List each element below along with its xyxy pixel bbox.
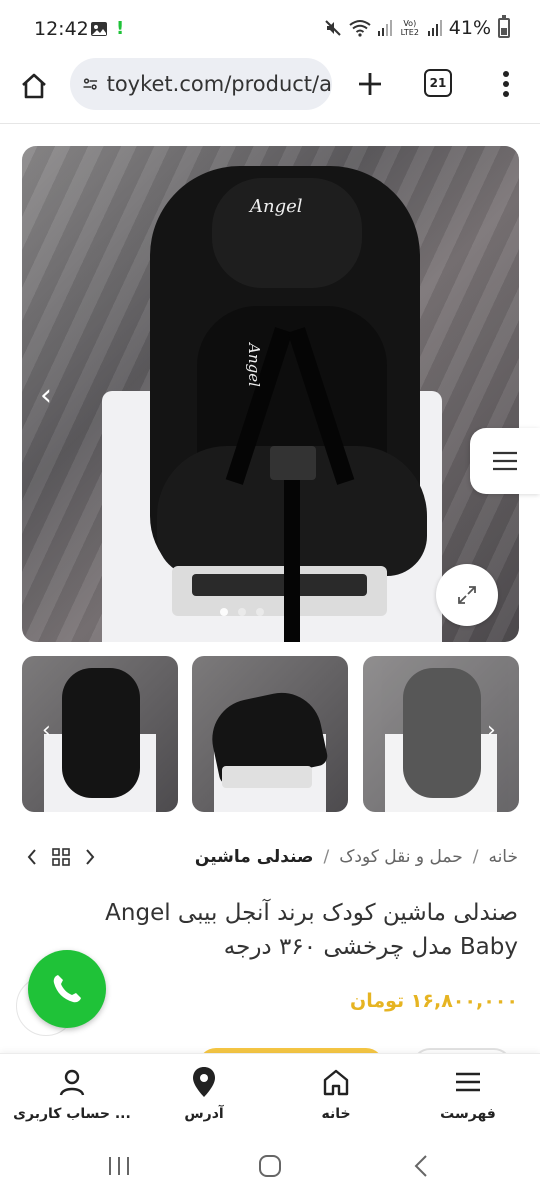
home-circle-icon: [259, 1155, 281, 1177]
signal-icon-1: [377, 20, 392, 36]
signal-icon-2: [427, 20, 442, 36]
nav-address[interactable]: آدرس: [139, 1066, 269, 1122]
status-right: Vo) LTE2 41%: [324, 15, 510, 39]
recent-apps-icon: [109, 1157, 129, 1175]
nav-address-label: آدرس: [184, 1106, 224, 1122]
expand-image-button[interactable]: [436, 564, 498, 626]
mute-icon: [325, 20, 341, 36]
breadcrumb-separator: /: [472, 847, 479, 867]
thumbnail-1[interactable]: ‹: [22, 656, 178, 812]
breadcrumb-separator: /: [323, 847, 330, 867]
new-tab-button[interactable]: [352, 66, 388, 102]
alert-icon: !: [116, 18, 125, 39]
system-nav-bar: [0, 1135, 540, 1200]
seat-logo-headrest: Angel: [250, 196, 303, 217]
location-pin-icon: [193, 1067, 215, 1097]
status-bar: 12:42 ! Vo) LTE2 41%: [0, 0, 540, 58]
battery-icon: [498, 15, 510, 38]
nav-menu-label: فهرست: [440, 1106, 496, 1122]
user-icon: [59, 1069, 85, 1096]
thumb-next-icon[interactable]: ›: [487, 718, 496, 743]
breadcrumb: خانه / حمل و نقل کودک / صندلی ماشین: [195, 842, 518, 872]
status-left-icons: !: [90, 18, 124, 39]
battery-percent: 41%: [448, 17, 491, 39]
network-label: Vo) LTE2: [400, 19, 419, 37]
seat-logo-pad: Angel: [244, 343, 263, 387]
more-vert-icon: [503, 71, 509, 97]
site-settings-icon[interactable]: [82, 73, 99, 95]
expand-icon: [458, 586, 476, 604]
home-icon: [22, 73, 46, 99]
plus-icon: [359, 73, 381, 95]
thumb-seat: [62, 668, 140, 798]
browser-toolbar: toyket.com/product/a 21: [0, 58, 540, 120]
chevron-right-icon[interactable]: [84, 848, 96, 866]
back-icon: [414, 1155, 427, 1177]
side-menu-tab[interactable]: [470, 428, 540, 494]
hamburger-icon: [456, 1072, 480, 1092]
address-bar[interactable]: toyket.com/product/a: [70, 58, 332, 110]
status-time: 12:42: [34, 18, 89, 40]
url-text[interactable]: toyket.com/product/a: [107, 72, 332, 96]
product-main-image[interactable]: Angel Angel ‹: [22, 146, 519, 642]
tab-switcher-button[interactable]: 21: [424, 69, 452, 97]
thumbnail-3[interactable]: ›: [363, 656, 519, 812]
thumbnail-2[interactable]: [192, 656, 348, 812]
recent-apps-button[interactable]: [104, 1151, 134, 1181]
product-nav: [26, 842, 96, 872]
grid-icon[interactable]: [52, 848, 70, 866]
toolbar-divider: [0, 123, 540, 124]
nav-home[interactable]: خانه: [271, 1066, 401, 1122]
gallery-dot[interactable]: [256, 608, 264, 616]
battery-fill: [501, 28, 507, 35]
thumb-seat: [403, 668, 481, 798]
wifi-icon: [349, 20, 371, 37]
nav-account[interactable]: حساب کاربری ...: [7, 1066, 137, 1122]
nav-home-label: خانه: [321, 1106, 351, 1122]
bottom-nav: حساب کاربری ... آدرس خانه فهرست: [0, 1053, 540, 1135]
nav-menu[interactable]: فهرست: [403, 1066, 533, 1122]
gallery-dot[interactable]: [238, 608, 246, 616]
home-button[interactable]: [16, 68, 52, 104]
gallery-notification-icon: [91, 21, 107, 36]
harness-buckle: [270, 446, 316, 480]
chevron-left-icon[interactable]: [26, 848, 38, 866]
car-seat-headrest: [212, 178, 362, 288]
breadcrumb-current: صندلی ماشین: [194, 847, 314, 867]
phone-icon: [53, 975, 81, 1003]
product-title: صندلی ماشین کودک برند آنجل بیبی Angel Ba…: [105, 900, 518, 960]
gallery-dot[interactable]: [220, 608, 228, 616]
nav-account-label: حساب کاربری ...: [13, 1106, 131, 1122]
breadcrumb-home[interactable]: خانه: [488, 847, 518, 867]
gallery-prev-icon[interactable]: ‹: [40, 378, 52, 413]
car-seat-base: [172, 566, 387, 616]
breadcrumb-category[interactable]: حمل و نقل کودک: [339, 847, 463, 867]
thumb-prev-icon[interactable]: ‹: [42, 718, 51, 743]
home-icon: [323, 1069, 349, 1096]
harness-strap-center: [284, 476, 300, 642]
hamburger-icon: [493, 451, 517, 471]
back-button[interactable]: [406, 1151, 436, 1181]
gallery-dots: [220, 608, 264, 616]
thumb-base: [222, 766, 312, 788]
product-price: ۱۶,۸۰۰,۰۰۰ تومان: [350, 990, 518, 1012]
call-button[interactable]: [28, 950, 106, 1028]
home-system-button[interactable]: [255, 1151, 285, 1181]
browser-menu-button[interactable]: [494, 66, 518, 102]
